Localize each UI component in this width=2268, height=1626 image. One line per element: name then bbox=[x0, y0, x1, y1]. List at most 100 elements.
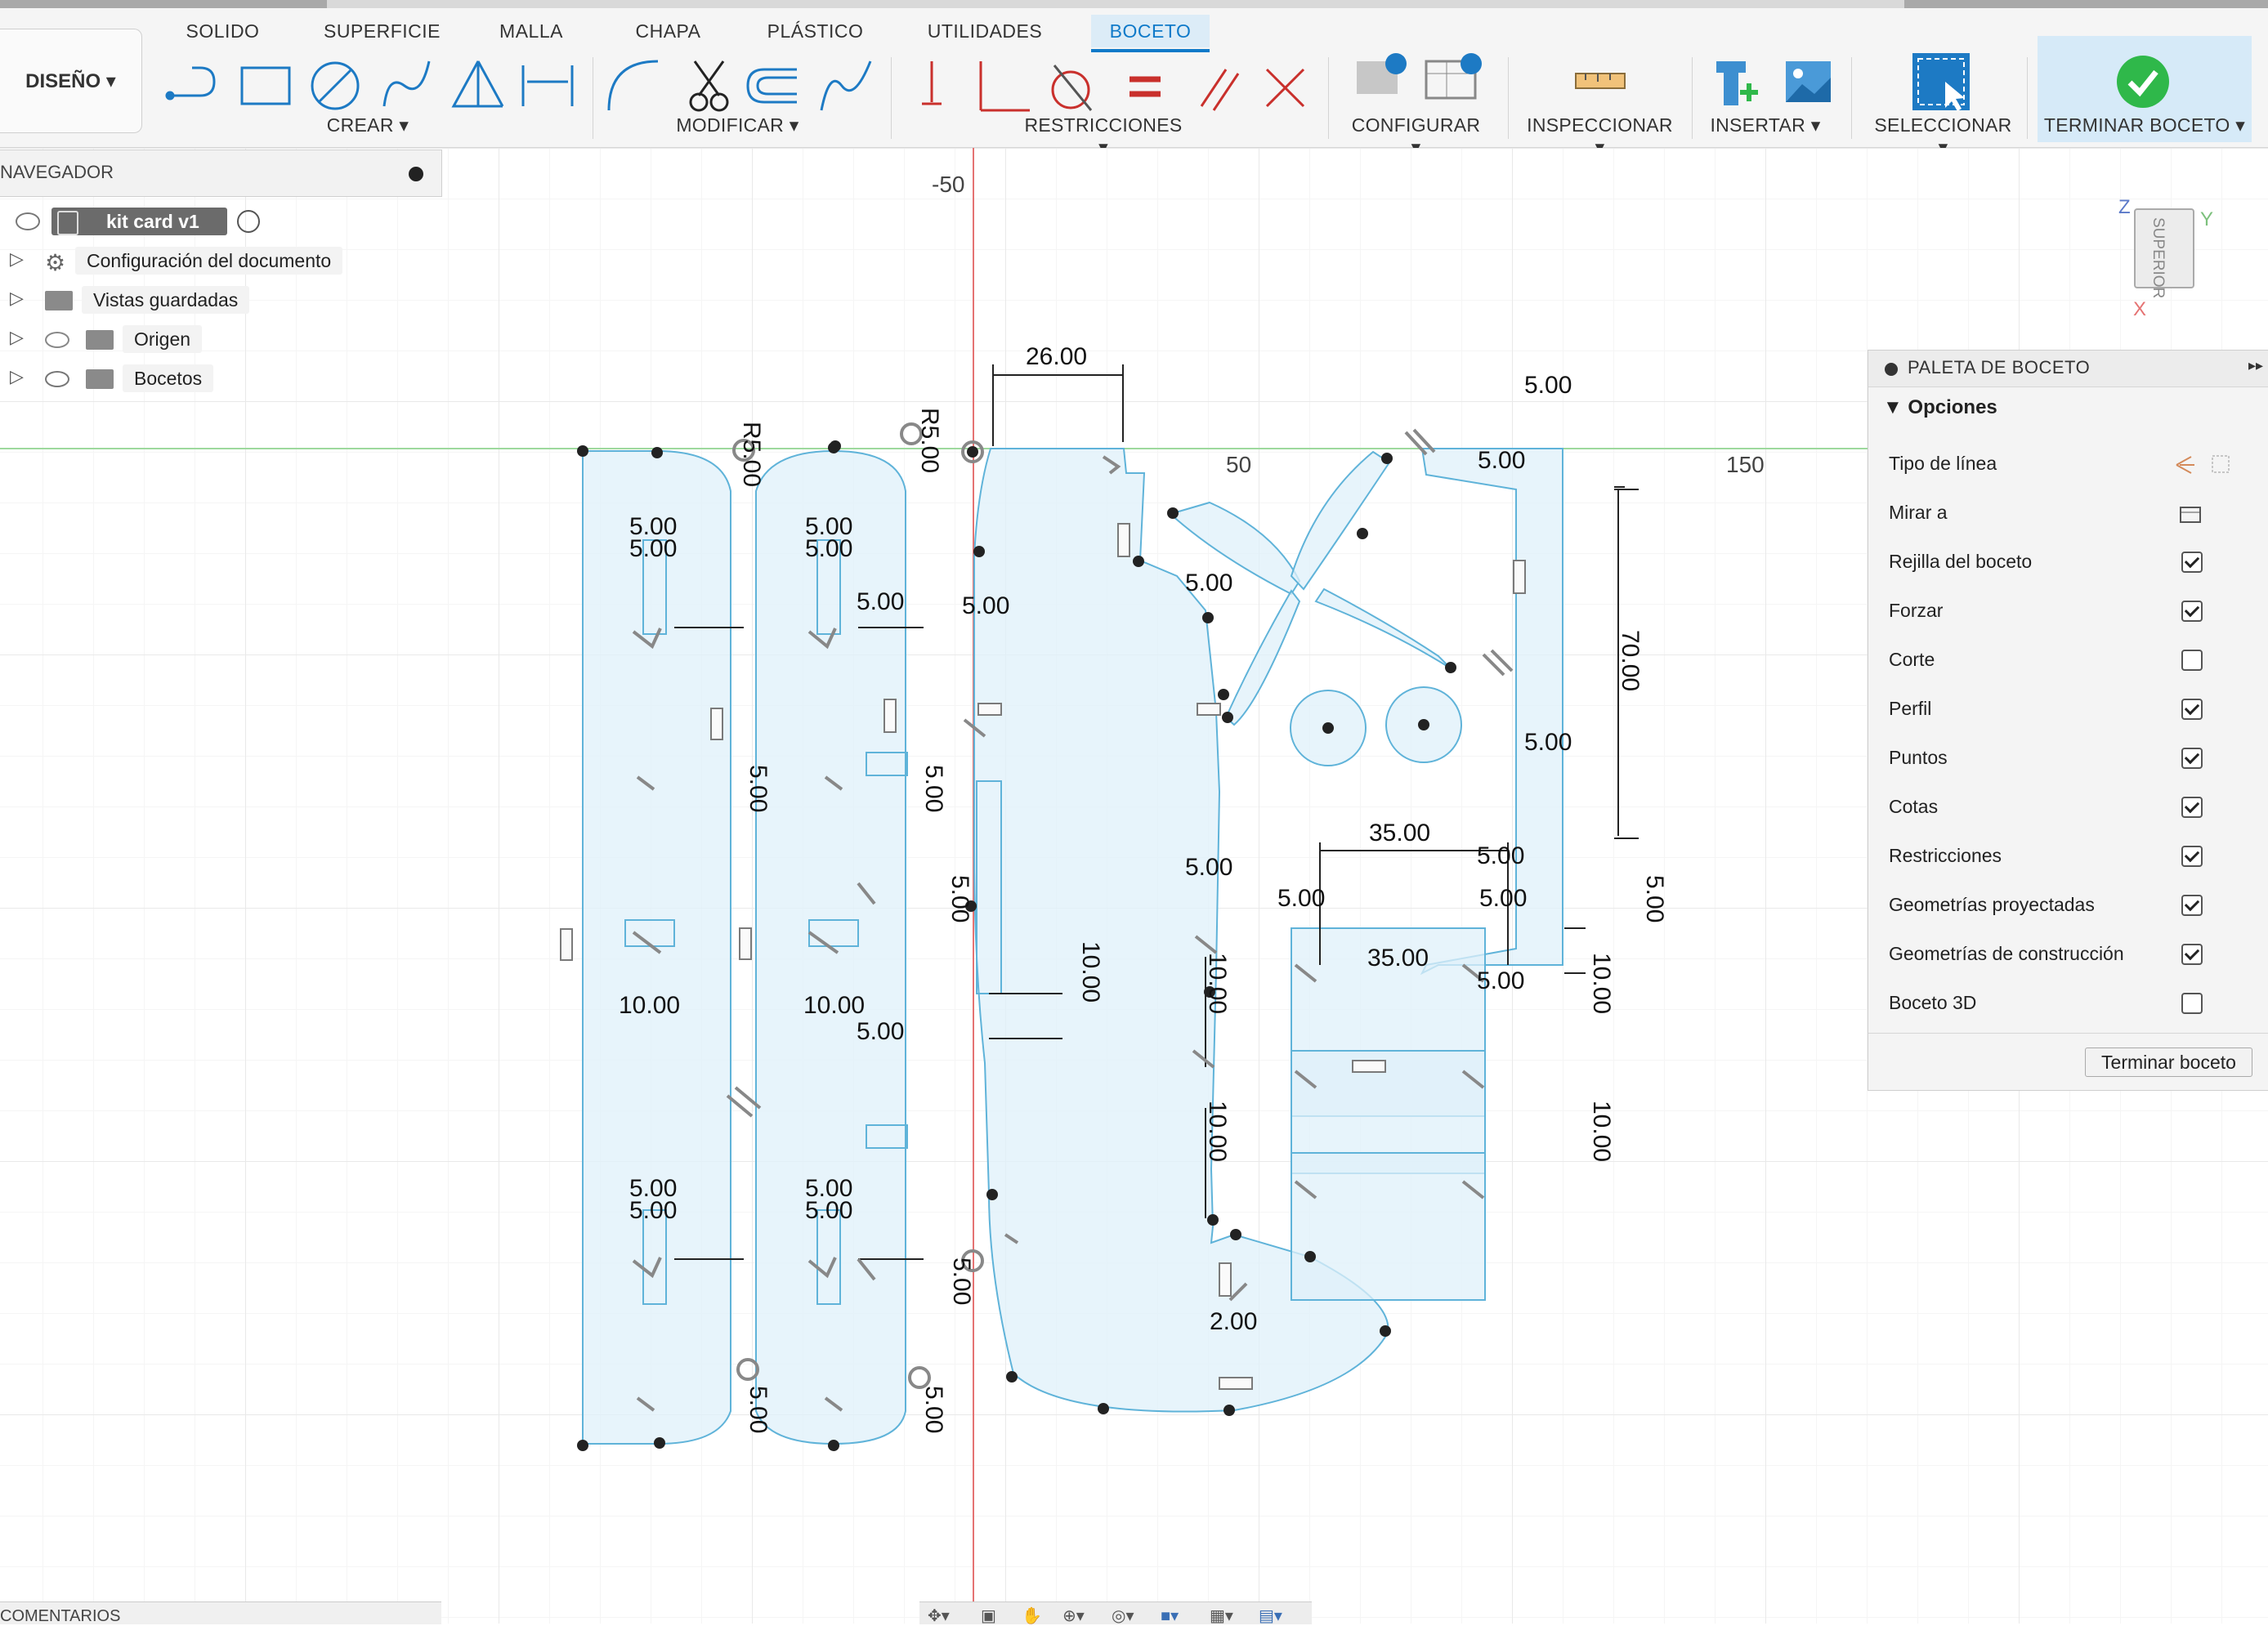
sketch-profile-left-panel[interactable] bbox=[582, 450, 731, 1445]
modify-menu[interactable]: MODIFICAR ▾ bbox=[670, 114, 805, 136]
tab-plastico[interactable]: PLÁSTICO bbox=[760, 15, 870, 47]
dimension-label[interactable]: R5.00 bbox=[916, 408, 943, 473]
dimension-label[interactable]: 10.00 bbox=[1588, 953, 1615, 1014]
option-look-at[interactable]: Mirar a bbox=[1889, 496, 2201, 529]
display-settings-icon[interactable]: ■▾ bbox=[1161, 1606, 1179, 1626]
navigator-item-saved-views[interactable]: ▷ Vistas guardadas bbox=[0, 283, 368, 315]
option-linetype[interactable]: Tipo de línea bbox=[1889, 447, 2230, 480]
fit-icon[interactable]: ◎▾ bbox=[1112, 1606, 1134, 1626]
eye-icon[interactable] bbox=[45, 371, 69, 387]
dimension-label[interactable]: 35.00 bbox=[1367, 945, 1429, 972]
dimension-label[interactable]: 10.00 bbox=[1077, 941, 1104, 1003]
finish-sketch-button[interactable]: TERMINAR BOCETO ▾ bbox=[2038, 36, 2252, 142]
dimension-label[interactable]: 35.00 bbox=[1369, 820, 1430, 847]
dimension-label[interactable]: 5.00 bbox=[948, 1257, 975, 1305]
select-icon[interactable] bbox=[1908, 49, 1974, 114]
navigator-collapse-icon[interactable] bbox=[409, 167, 423, 181]
checkbox[interactable] bbox=[2181, 944, 2203, 965]
dimension-label[interactable]: 10.00 bbox=[619, 992, 680, 1019]
option-projected-geometries[interactable]: Geometrías proyectadas bbox=[1889, 888, 2203, 921]
tab-boceto[interactable]: BOCETO bbox=[1091, 15, 1210, 52]
viewports-icon[interactable]: ▤▾ bbox=[1259, 1606, 1282, 1626]
configure-tools-icons[interactable] bbox=[1349, 49, 1487, 114]
sketch-profile-block[interactable] bbox=[1291, 1152, 1486, 1301]
hidden-eye-icon[interactable] bbox=[45, 332, 69, 348]
dimension-label[interactable]: 5.00 bbox=[857, 588, 904, 615]
option-3d-sketch[interactable]: Boceto 3D bbox=[1889, 986, 2203, 1019]
option-sketch-grid[interactable]: Rejilla del boceto bbox=[1889, 545, 2203, 578]
sketch-profile-propeller-blade[interactable] bbox=[1314, 587, 1452, 669]
dimension-label[interactable]: 5.00 bbox=[629, 535, 677, 562]
linetype-icon[interactable] bbox=[2175, 453, 2232, 475]
dimension-label[interactable]: 2.00 bbox=[1210, 1308, 1257, 1335]
workspace-switcher[interactable]: DISEÑO ▾ bbox=[0, 29, 142, 133]
dimension-label[interactable]: 5.00 bbox=[1524, 372, 1572, 399]
dimension-label[interactable]: 5.00 bbox=[1477, 967, 1524, 994]
tab-malla[interactable]: MALLA bbox=[486, 15, 576, 47]
comments-panel[interactable]: COMENTARIOS bbox=[0, 1601, 441, 1624]
checkbox[interactable] bbox=[2181, 846, 2203, 867]
navigator-item-settings[interactable]: ▷ ⚙ Configuración del documento bbox=[0, 243, 368, 276]
expand-arrows-icon[interactable]: ▸▸ bbox=[2248, 357, 2263, 374]
checkbox[interactable] bbox=[2181, 895, 2203, 916]
dimension-label[interactable]: 5.00 bbox=[745, 765, 772, 812]
dimension-label[interactable]: 5.00 bbox=[745, 1386, 772, 1433]
activate-radio-icon[interactable] bbox=[237, 210, 260, 233]
checkbox[interactable] bbox=[2181, 699, 2203, 720]
eye-icon[interactable] bbox=[16, 212, 40, 230]
dimension-label[interactable]: 10.00 bbox=[1588, 1101, 1615, 1162]
sketch-profile-propeller-blade[interactable] bbox=[1290, 450, 1391, 591]
dimension-label[interactable]: 5.00 bbox=[629, 1197, 677, 1224]
dimension-label[interactable]: 10.00 bbox=[803, 992, 865, 1019]
dimension-label[interactable]: 5.00 bbox=[1185, 570, 1232, 596]
option-dimensions[interactable]: Cotas bbox=[1889, 790, 2203, 823]
tab-superficie[interactable]: SUPERFICIE bbox=[319, 15, 445, 47]
create-tools-icons[interactable] bbox=[163, 53, 588, 118]
navigator-item-sketches[interactable]: ▷ Bocetos bbox=[0, 361, 368, 394]
pan-icon[interactable]: ✋ bbox=[1022, 1606, 1042, 1626]
dimension-label[interactable]: 5.00 bbox=[1277, 885, 1325, 912]
dimension-label[interactable]: 70.00 bbox=[1617, 630, 1644, 691]
constraints-tools-icons[interactable] bbox=[915, 53, 1316, 118]
option-slice[interactable]: Corte bbox=[1889, 643, 2203, 676]
zoom-icon[interactable]: ⊕▾ bbox=[1062, 1606, 1085, 1626]
expand-triangle-icon[interactable]: ▷ bbox=[10, 288, 24, 309]
option-points[interactable]: Puntos bbox=[1889, 741, 2203, 774]
option-constraints[interactable]: Restricciones bbox=[1889, 839, 2203, 872]
tab-chapa[interactable]: CHAPA bbox=[625, 15, 711, 47]
dimension-label[interactable]: 5.00 bbox=[962, 592, 1009, 619]
dimension-label[interactable]: 5.00 bbox=[805, 535, 852, 562]
checkbox[interactable] bbox=[2181, 993, 2203, 1014]
finish-sketch-palette-button[interactable]: Terminar boceto bbox=[2085, 1048, 2252, 1077]
dimension-label[interactable]: 26.00 bbox=[1026, 343, 1087, 370]
dimension-label[interactable]: R5.00 bbox=[738, 422, 765, 487]
dimension-label[interactable]: 5.00 bbox=[857, 1018, 904, 1045]
option-profile[interactable]: Perfil bbox=[1889, 692, 2203, 725]
dimension-label[interactable]: 5.00 bbox=[1185, 854, 1232, 881]
dimension-label[interactable]: 5.00 bbox=[1477, 842, 1524, 869]
checkbox[interactable] bbox=[2181, 552, 2203, 573]
dimension-label[interactable]: 5.00 bbox=[1641, 875, 1668, 922]
expand-triangle-icon[interactable]: ▷ bbox=[10, 366, 24, 387]
insert-icons[interactable] bbox=[1712, 53, 1839, 118]
look-at-icon[interactable] bbox=[2179, 503, 2203, 524]
dimension-label[interactable]: 5.00 bbox=[920, 765, 947, 812]
palette-collapse-icon[interactable] bbox=[1885, 363, 1898, 376]
navigator-item-origin[interactable]: ▷ Origen bbox=[0, 322, 368, 355]
dimension-label[interactable]: 5.00 bbox=[1524, 729, 1572, 756]
option-construction-geometries[interactable]: Geometrías de construcción bbox=[1889, 937, 2203, 970]
tab-solido[interactable]: SOLIDO bbox=[176, 15, 270, 47]
dimension-label[interactable]: 5.00 bbox=[920, 1386, 947, 1433]
checkbox[interactable] bbox=[2181, 748, 2203, 769]
sketch-profile-propeller-blade[interactable] bbox=[1224, 589, 1301, 726]
dimension-label[interactable]: 10.00 bbox=[1204, 953, 1231, 1014]
checkbox[interactable] bbox=[2181, 650, 2203, 671]
navigator-document-row[interactable]: kit card v1 bbox=[12, 204, 274, 237]
orbit-icon[interactable]: ✥▾ bbox=[928, 1606, 950, 1626]
checkbox[interactable] bbox=[2181, 601, 2203, 622]
create-menu[interactable]: CREAR ▾ bbox=[311, 114, 425, 136]
dimension-label[interactable]: 5.00 bbox=[946, 875, 973, 922]
tab-utilidades[interactable]: UTILIDADES bbox=[915, 15, 1054, 47]
insert-menu[interactable]: INSERTAR ▾ bbox=[1708, 114, 1823, 136]
dimension-label[interactable]: 5.00 bbox=[1478, 447, 1525, 474]
